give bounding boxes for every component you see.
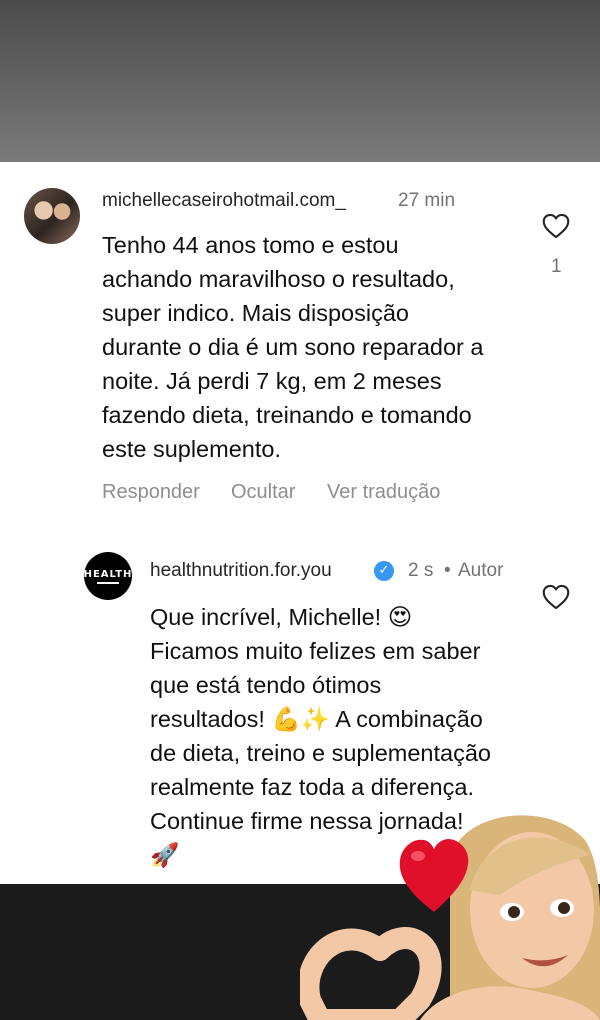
hide-button[interactable]: Ocultar: [231, 481, 295, 504]
reply-timestamp: 2 s: [408, 560, 434, 581]
commenter-username[interactable]: michellecaseirohotmail.com_: [102, 190, 346, 212]
author-avatar[interactable]: HEALTH: [84, 552, 132, 600]
author-label: Autor: [458, 560, 504, 581]
verified-badge-icon: ✓: [374, 561, 394, 581]
sticker-pupil-left: [508, 906, 520, 918]
sticker-heart-icon: [399, 839, 469, 912]
comment-timestamp: 27 min: [398, 190, 456, 211]
comment-text: Tenho 44 anos tomo e estou achando marav…: [102, 232, 484, 462]
heart-outline-icon[interactable]: [542, 213, 570, 239]
reply-button[interactable]: Responder: [102, 481, 200, 504]
avatar-logo-text: HEALTH: [83, 568, 133, 580]
sticker-pupil-right: [558, 902, 570, 914]
sticker-hand-heart: [300, 927, 442, 1020]
avatar-logo-line: [97, 581, 119, 584]
heart-outline-icon[interactable]: [542, 584, 570, 610]
commenter-avatar[interactable]: [24, 188, 80, 244]
author-username[interactable]: healthnutrition.for.you: [150, 560, 332, 582]
story-background-top: [0, 0, 600, 162]
see-translation-button[interactable]: Ver tradução: [327, 481, 440, 504]
comment-like-count: 1: [551, 256, 562, 277]
separator-dot: •: [444, 560, 451, 581]
